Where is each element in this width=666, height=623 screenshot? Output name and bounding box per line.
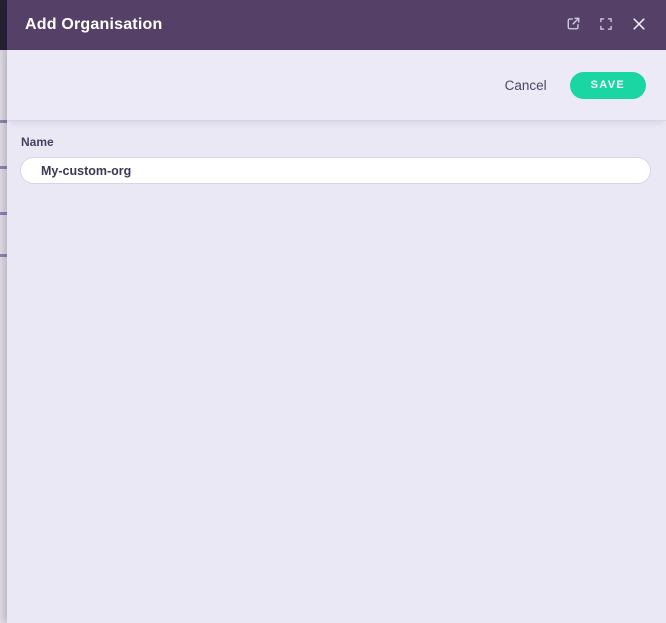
action-toolbar: Cancel SAVE xyxy=(7,50,666,121)
background-row-line xyxy=(0,166,7,169)
close-button[interactable] xyxy=(627,13,651,37)
panel: Add Organisation xyxy=(7,0,666,623)
page-title: Add Organisation xyxy=(25,16,162,34)
open-in-new-button[interactable] xyxy=(561,13,585,37)
organisation-name-input[interactable] xyxy=(20,157,651,184)
background-row-line xyxy=(0,120,7,123)
cancel-button[interactable]: Cancel xyxy=(505,78,547,93)
open-in-new-icon xyxy=(566,16,581,34)
fullscreen-button[interactable] xyxy=(594,13,618,37)
name-field-label: Name xyxy=(21,135,651,149)
save-button[interactable]: SAVE xyxy=(570,72,646,99)
background-row-line xyxy=(0,254,7,257)
close-icon xyxy=(632,17,646,34)
dialog-header: Add Organisation xyxy=(7,0,666,50)
fullscreen-icon xyxy=(600,18,612,33)
background-row-line xyxy=(0,212,7,215)
underlying-header-edge xyxy=(0,0,7,50)
form-area: Name xyxy=(7,121,666,623)
underlying-page-edge xyxy=(0,0,7,623)
window-actions xyxy=(561,13,651,37)
add-organisation-dialog: Add Organisation xyxy=(0,0,666,623)
